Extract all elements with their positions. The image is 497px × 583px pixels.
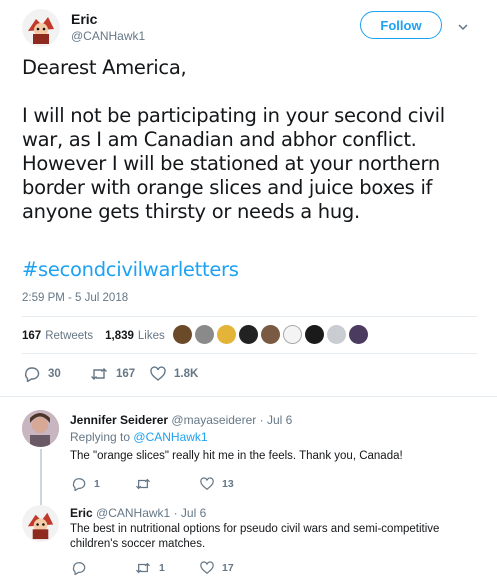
reply-action[interactable] <box>72 561 94 575</box>
reply-action[interactable]: 1 <box>72 477 100 491</box>
avatar[interactable] <box>239 325 258 344</box>
like-action[interactable]: 13 <box>200 477 234 491</box>
reply-author-handle[interactable]: @mayaseiderer <box>171 413 256 427</box>
retweet-action[interactable]: 1 <box>135 561 165 575</box>
reply-text: The best in nutritional options for pseu… <box>70 523 440 550</box>
reply-author-handle[interactable]: @CANHawk1 <box>96 506 170 520</box>
reply-text: The "orange slices" really hit me in the… <box>70 450 403 462</box>
avatar[interactable] <box>22 9 60 47</box>
avatar[interactable] <box>22 410 59 447</box>
avatar[interactable] <box>195 325 214 344</box>
reply-author[interactable]: Eric @CANHawk1 · Jul 6 <box>70 506 206 520</box>
avatar[interactable] <box>22 505 59 542</box>
reply-icon[interactable] <box>24 366 40 382</box>
replying-to-handle[interactable]: @CANHawk1 <box>133 430 207 444</box>
retweet-action[interactable] <box>135 477 159 491</box>
like-action[interactable]: 1.8K <box>150 366 198 382</box>
reply-count: 1 <box>94 478 100 490</box>
like-action[interactable]: 17 <box>200 561 234 575</box>
like-icon[interactable] <box>200 561 214 575</box>
likes-label[interactable]: Likes <box>138 330 165 342</box>
like-count: 13 <box>222 478 234 490</box>
likes-count[interactable]: 1,839 <box>105 330 134 342</box>
avatar[interactable] <box>261 325 280 344</box>
retweet-icon[interactable] <box>90 366 108 382</box>
chevron-down-icon[interactable] <box>458 19 468 31</box>
retweet-count: 1 <box>159 562 165 574</box>
avatar[interactable] <box>349 325 368 344</box>
retweet-icon[interactable] <box>135 561 151 575</box>
tweet-stats: 167 Retweets 1,839 Likes <box>22 328 165 344</box>
tweet-text: Dearest America, I will not be participa… <box>22 56 445 223</box>
retweet-icon[interactable] <box>135 477 151 491</box>
divider <box>22 353 477 354</box>
likers-avatars <box>173 325 368 344</box>
author-handle[interactable]: @CANHawk1 <box>71 29 145 43</box>
tweet-header: Eric @CANHawk1 Follow <box>0 0 497 50</box>
avatar[interactable] <box>283 325 302 344</box>
author-name[interactable]: Eric <box>71 11 97 27</box>
reply-count: 30 <box>48 368 61 380</box>
like-count: 17 <box>222 562 234 574</box>
reply-icon[interactable] <box>72 561 86 575</box>
reply-author-name[interactable]: Eric <box>70 506 93 520</box>
reply-author[interactable]: Jennifer Seiderer @mayaseiderer · Jul 6 <box>70 413 292 427</box>
replying-to: Replying to @CANHawk1 <box>70 430 208 444</box>
reply-time[interactable]: · Jul 6 <box>174 506 207 520</box>
avatar[interactable] <box>217 325 236 344</box>
like-icon[interactable] <box>200 477 214 491</box>
replying-to-prefix: Replying to <box>70 430 131 444</box>
retweets-count[interactable]: 167 <box>22 330 41 342</box>
thread-line <box>40 449 42 507</box>
retweet-action[interactable]: 167 <box>90 366 135 382</box>
retweets-label[interactable]: Retweets <box>45 330 93 342</box>
avatar[interactable] <box>305 325 324 344</box>
follow-button[interactable]: Follow <box>360 11 442 39</box>
reply-action[interactable]: 30 <box>24 366 61 382</box>
avatar[interactable] <box>327 325 346 344</box>
divider <box>0 396 497 397</box>
reply-icon[interactable] <box>72 477 86 491</box>
avatar[interactable] <box>173 325 192 344</box>
retweet-count: 167 <box>116 368 136 380</box>
tweet-timestamp[interactable]: 2:59 PM - 5 Jul 2018 <box>22 292 128 304</box>
divider <box>22 316 477 317</box>
reply-time[interactable]: · Jul 6 <box>260 413 293 427</box>
hashtag-link[interactable]: #secondcivilwarletters <box>22 258 239 281</box>
like-icon[interactable] <box>150 366 166 382</box>
like-count: 1.8K <box>174 368 199 380</box>
reply-author-name[interactable]: Jennifer Seiderer <box>70 413 168 427</box>
